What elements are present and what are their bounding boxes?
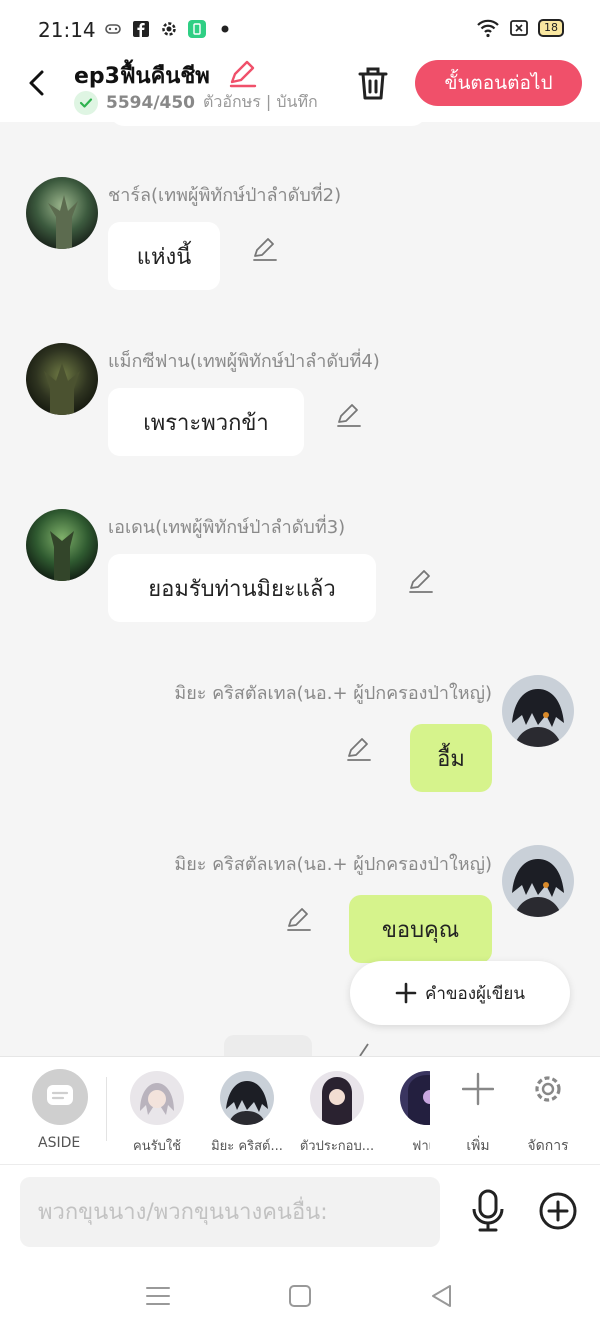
subtitle-rest: ตัวอักษร | บันทึก [203,92,318,111]
status-right-icons: 18 [476,18,564,38]
header: ep3ฟื้นคืนชีพ 5594/450 ตัวอักษร | บันทึก… [0,56,600,122]
mic-icon[interactable] [468,1189,508,1233]
character-count: 5594/450 [106,92,196,113]
character-list: คนรับใช้ มิยะ คริสต์... ตัวประกอบ... ฟาเ… [112,1057,430,1165]
speaker-name: มิยะ คริสตัลเทล(นอ.+ ผู้ปกครองป่าใหญ่) [174,854,492,875]
gamepad-icon [105,24,121,34]
settings-gear-small-icon [162,22,176,36]
avatar[interactable] [26,509,98,581]
avatar[interactable] [26,177,98,249]
dot-icon [221,25,229,33]
character-label: ตัวประกอบ... [299,1139,375,1154]
character-label: ฟาเคิ [412,1139,430,1154]
wifi-icon [477,19,499,38]
next-message-peek [224,1035,312,1056]
trash-icon[interactable] [356,64,390,102]
message-bubble[interactable]: ยอมรับท่านมิยะแล้ว [108,554,376,622]
message-bubble[interactable]: เพราะพวกข้า [108,388,304,456]
character-label: คนรับใช้ [133,1139,181,1154]
edit-pen-icon[interactable] [346,736,372,762]
avatar[interactable] [502,675,574,747]
page-title[interactable]: ep3ฟื้นคืนชีพ [74,58,210,93]
status-bar: 21:14 18 [0,0,600,56]
character-item[interactable]: ตัวประกอบ... [292,1057,382,1165]
character-item[interactable]: คนรับใช้ [112,1057,202,1165]
edit-pen-icon[interactable] [252,236,278,262]
previous-message-peek [110,122,426,126]
gear-icon [535,1076,561,1102]
facebook-icon [133,21,149,37]
message-bubble[interactable]: ขอบคุณ [349,895,492,963]
aside-button[interactable] [32,1069,88,1125]
character-item[interactable]: มิยะ คริสต์... [202,1057,292,1165]
check-icon [74,90,98,115]
add-plus-icon [462,1072,494,1106]
nav-home-icon[interactable] [286,1282,314,1310]
plus-icon [395,982,417,1004]
add-character-button[interactable]: เพิ่ม [448,1069,508,1159]
character-item[interactable]: ฟาเคิ [382,1057,430,1165]
manage-label: จัดการ [527,1138,569,1154]
manage-button[interactable]: จัดการ [518,1069,578,1159]
avatar[interactable] [26,343,98,415]
battery-indicator: 18 [538,19,564,37]
edit-pen-icon[interactable] [336,402,362,428]
message-bubble[interactable]: อื้ม [410,724,492,792]
sim-off-icon [510,20,528,36]
avatar [220,1071,274,1125]
nav-back-icon[interactable] [428,1282,456,1310]
character-label: มิยะ คริสต์... [211,1139,283,1154]
back-arrow-icon[interactable] [22,66,52,100]
author-note-label: คำของผู้เขียน [424,983,526,1004]
app-badge-icon [188,20,206,38]
status-notification-icons [104,20,234,38]
avatar [130,1071,184,1125]
status-time: 21:14 [38,18,96,42]
speaker-name: ชาร์ล(เทพผู้พิทักษ์ป่าลำดับที่2) [108,185,342,206]
author-note-button[interactable]: คำของผู้เขียน [350,961,570,1025]
chat-area[interactable]: ชาร์ล(เทพผู้พิทักษ์ป่าลำดับที่2) แห่งนี้… [0,122,600,1056]
avatar [310,1071,364,1125]
nav-menu-icon[interactable] [144,1282,172,1310]
system-nav-bar [0,1256,600,1333]
message-input[interactable] [20,1177,440,1247]
next-step-button[interactable]: ขั้นตอนต่อไป [415,60,582,106]
aside-chat-icon [47,1085,73,1105]
speaker-name: แม็กซีฟาน(เทพผู้พิทักษ์ป่าลำดับที่4) [108,351,380,372]
message-bubble[interactable]: แห่งนี้ [108,222,220,290]
divider [106,1077,107,1141]
add-label: เพิ่ม [466,1138,490,1154]
subtitle: 5594/450 ตัวอักษร | บันทึก [74,90,334,115]
edit-pen-icon[interactable] [408,568,434,594]
edit-pencil-icon[interactable] [228,60,258,88]
edit-pen-icon[interactable] [286,906,312,932]
speaker-name: เอเดน(เทพผู้พิทักษ์ป่าลำดับที่3) [108,517,346,538]
aside-label: ASIDE [38,1135,81,1151]
add-circle-icon[interactable] [538,1191,578,1231]
avatar [400,1071,430,1125]
avatar[interactable] [502,845,574,917]
edit-pen-icon[interactable] [352,1042,378,1056]
message-input-bar [0,1164,600,1256]
speaker-name: มิยะ คริสตัลเทล(นอ.+ ผู้ปกครองป่าใหญ่) [174,683,492,704]
character-selector-bar: ASIDE คนรับใช้ มิยะ คริสต์... ตัวประกอบ.… [0,1056,600,1164]
